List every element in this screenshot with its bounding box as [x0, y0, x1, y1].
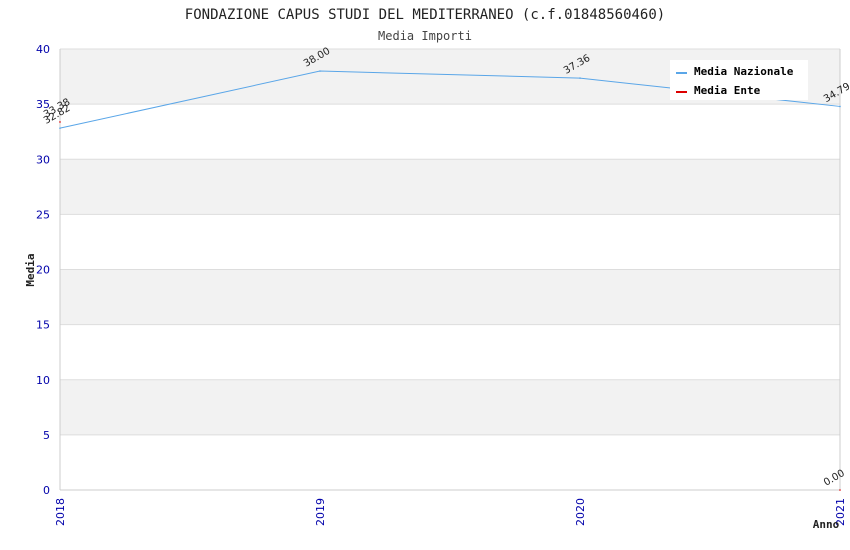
legend: Media Nazionale Media Ente — [670, 60, 808, 100]
y-tick-label: 25 — [36, 208, 50, 221]
x-tick-labels: 2018 2019 2020 2021 — [54, 498, 847, 526]
grid-band — [60, 379, 840, 435]
grid-band — [60, 434, 840, 490]
data-point — [839, 105, 841, 108]
legend-label-media-ente: Media Ente — [694, 84, 761, 97]
y-tick-label: 30 — [36, 153, 50, 166]
data-point — [59, 127, 61, 129]
grid-band — [60, 214, 840, 270]
y-tick-label: 5 — [43, 429, 50, 442]
grid-band — [60, 324, 840, 380]
chart-title: FONDAZIONE CAPUS STUDI DEL MEDITERRANEO … — [185, 7, 665, 23]
y-tick-label: 0 — [43, 484, 50, 497]
data-point — [59, 121, 61, 123]
x-tick-label: 2018 — [54, 498, 67, 526]
x-tick-label: 2019 — [314, 498, 327, 526]
y-tick-label: 10 — [36, 374, 50, 387]
data-point — [839, 489, 841, 491]
data-point — [319, 70, 321, 72]
legend-label-media-nazionale: Media Nazionale — [694, 65, 794, 78]
y-tick-label: 15 — [36, 319, 50, 332]
y-tick-label: 40 — [36, 43, 50, 56]
y-tick-label: 20 — [36, 264, 50, 277]
x-tick-label: 2020 — [574, 498, 587, 526]
grid-band — [60, 269, 840, 325]
grid-band — [60, 104, 840, 160]
x-axis-label: Anno — [813, 518, 840, 531]
chart-subtitle: Media Importi — [378, 29, 472, 43]
line-chart: FONDAZIONE CAPUS STUDI DEL MEDITERRANEO … — [24, 7, 850, 531]
data-point — [579, 77, 581, 79]
grid-band — [60, 159, 840, 215]
y-axis-label: Media — [24, 253, 37, 286]
